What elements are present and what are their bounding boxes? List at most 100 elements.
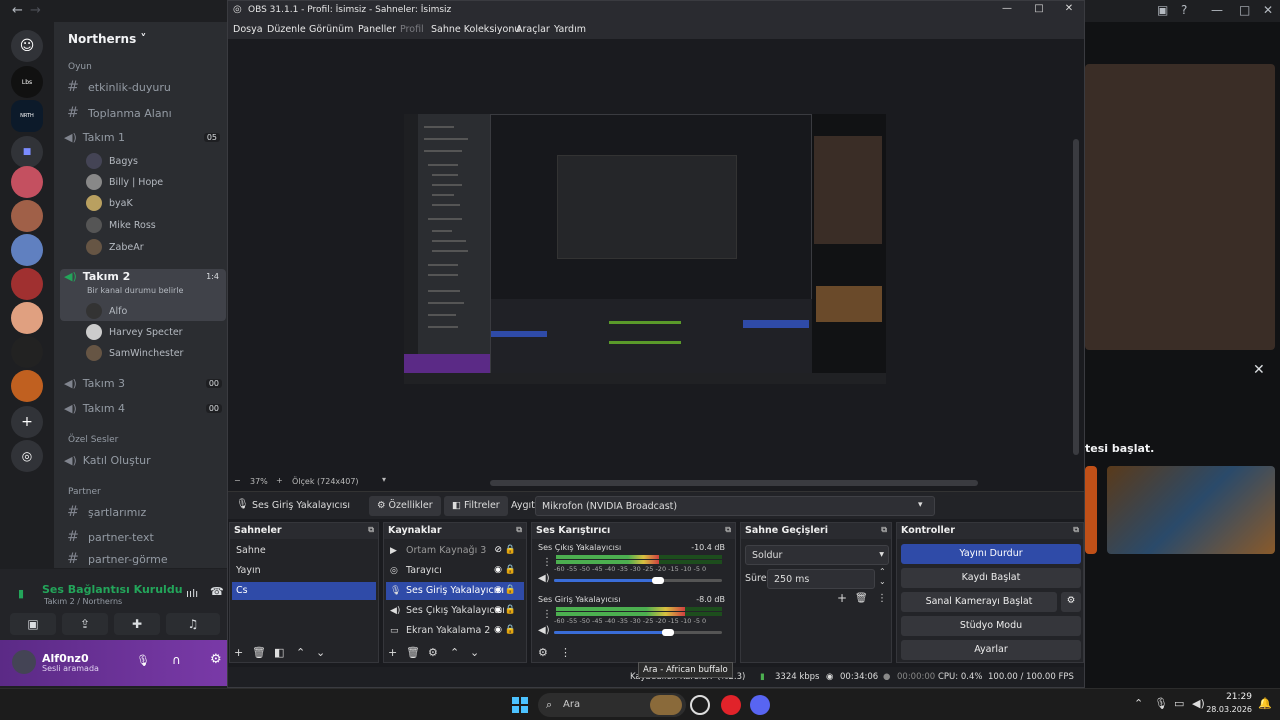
category-partner[interactable]: Partner: [68, 481, 244, 503]
notification-icon[interactable]: 🔔: [1258, 697, 1272, 710]
chevron-down-icon[interactable]: ▾: [918, 500, 923, 510]
source-item[interactable]: ◀) Ses Çıkış Yakalayıcısı ◉ 🔒: [386, 602, 524, 620]
channel-toplanma[interactable]: # Toplanma Alanı: [64, 102, 240, 124]
preview-area[interactable]: [228, 39, 1084, 486]
add-icon[interactable]: +: [234, 646, 243, 659]
menu-paneller[interactable]: Paneller: [358, 24, 396, 35]
scene-item[interactable]: Yayın: [232, 562, 376, 580]
menu-duzenle[interactable]: Düzenle: [267, 24, 306, 35]
forward-arrow-icon[interactable]: →: [30, 3, 41, 18]
transition-select[interactable]: Soldur ▾: [745, 545, 889, 565]
popout-icon[interactable]: ⧉: [1073, 525, 1079, 535]
voice-channel-takim1[interactable]: ◀) Takım 1 05: [64, 126, 240, 148]
avatar[interactable]: [12, 650, 36, 674]
lock-icon[interactable]: 🔒: [505, 585, 516, 595]
signal-icon[interactable]: ▮: [18, 587, 24, 600]
more-icon[interactable]: ⋮: [542, 557, 552, 568]
channel-partner-text[interactable]: # partner-text: [64, 526, 240, 548]
up-icon[interactable]: ⌃: [450, 646, 459, 659]
disconnect-icon[interactable]: ☎: [210, 585, 224, 598]
voice-channel-takim4[interactable]: ◀) Takım 4 00: [64, 397, 240, 419]
server-icon[interactable]: [11, 370, 43, 402]
channel-sartlar[interactable]: # şartlarımız: [64, 501, 240, 523]
activities-button[interactable]: ✚: [114, 613, 160, 635]
chevron-up-icon[interactable]: ⌃: [1134, 697, 1143, 710]
eye-icon[interactable]: ◉: [494, 605, 502, 615]
clock-time[interactable]: 21:29: [1212, 692, 1252, 702]
zoom-out-button[interactable]: −: [234, 476, 241, 485]
start-virtual-camera-button[interactable]: Sanal Kamerayı Başlat: [901, 592, 1057, 612]
back-arrow-icon[interactable]: ←: [12, 3, 23, 18]
clock-date[interactable]: 28.03.2026: [1204, 705, 1252, 714]
popout-icon[interactable]: ⧉: [881, 525, 887, 535]
soundboard-button[interactable]: ♫: [166, 613, 220, 635]
lock-icon[interactable]: 🔒: [505, 625, 516, 635]
volume-icon[interactable]: ◀): [1192, 697, 1205, 710]
trash-icon[interactable]: 🗑: [855, 593, 868, 604]
popout-icon[interactable]: ⧉: [516, 525, 522, 535]
server-icon[interactable]: [11, 302, 43, 334]
discord-app-icon[interactable]: [750, 695, 770, 715]
gear-icon[interactable]: ⚙: [210, 652, 222, 667]
device-select[interactable]: Mikrofon (NVIDIA Broadcast): [535, 496, 935, 516]
add-icon[interactable]: +: [388, 646, 397, 659]
obs-app-icon[interactable]: [690, 695, 710, 715]
eye-icon[interactable]: ◉: [494, 565, 502, 575]
source-item[interactable]: ▶ Ortam Kaynağı 3 ⊘ 🔒: [386, 542, 524, 560]
filters-button[interactable]: ◧ Filtreler: [444, 496, 508, 516]
add-server-icon[interactable]: +: [11, 406, 43, 438]
minimize-icon[interactable]: —: [1211, 3, 1223, 17]
opera-app-icon[interactable]: [721, 695, 741, 715]
close-icon[interactable]: ✕: [1263, 3, 1273, 17]
preview-vertical-scrollbar[interactable]: [1073, 139, 1079, 455]
properties-button[interactable]: ⚙ Özellikler: [369, 496, 441, 516]
speaker-icon[interactable]: ◀): [538, 573, 550, 584]
menu-sahne-koleksiyonu[interactable]: Sahne Koleksiyonu: [431, 24, 520, 35]
maximize-icon[interactable]: □: [1026, 3, 1052, 19]
volume-slider-knob[interactable]: [662, 629, 675, 636]
northerns-server-icon[interactable]: NRTH: [11, 100, 43, 132]
network-icon[interactable]: ▭: [1174, 697, 1184, 710]
maximize-icon[interactable]: □: [1239, 3, 1250, 17]
voice-location[interactable]: Takım 2 / Northerns: [44, 597, 122, 606]
search-highlight-image[interactable]: [650, 695, 682, 715]
microphone-icon[interactable]: 🎙: [136, 654, 150, 667]
server-icon[interactable]: [11, 336, 43, 368]
lock-icon[interactable]: 🔒: [505, 565, 516, 575]
eye-icon[interactable]: ◉: [494, 625, 502, 635]
zoom-in-button[interactable]: +: [276, 476, 283, 485]
filter-icon[interactable]: ◧: [274, 646, 284, 659]
gear-icon[interactable]: ⚙: [538, 646, 548, 659]
up-icon[interactable]: ⌃: [296, 646, 305, 659]
category-oyun[interactable]: Oyun: [68, 56, 244, 78]
eye-off-icon[interactable]: ⊘: [494, 545, 502, 555]
channel-partner-gorme[interactable]: # partner-görme: [64, 551, 240, 567]
voice-status[interactable]: Ses Bağlantısı Kuruldu: [42, 583, 183, 596]
menu-profil[interactable]: Profil: [400, 24, 424, 35]
lock-icon[interactable]: 🔒: [505, 605, 516, 615]
menu-yardim[interactable]: Yardım: [554, 24, 586, 35]
more-icon[interactable]: ⋮: [877, 593, 887, 604]
share-screen-button[interactable]: ⇪: [62, 613, 108, 635]
server-icon[interactable]: [11, 268, 43, 300]
eye-icon[interactable]: ◉: [494, 585, 502, 595]
noise-suppression-icon[interactable]: ıılı: [186, 587, 198, 600]
close-icon[interactable]: ✕: [1056, 3, 1082, 19]
scene-item[interactable]: Sahne: [232, 542, 376, 560]
volume-slider[interactable]: [554, 579, 659, 582]
trash-icon[interactable]: 🗑: [252, 646, 266, 659]
server-icon[interactable]: Lbs: [11, 66, 43, 98]
start-recording-button[interactable]: Kaydı Başlat: [901, 568, 1081, 588]
menu-gorunum[interactable]: Görünüm: [309, 24, 353, 35]
trash-icon[interactable]: 🗑: [406, 646, 420, 659]
menu-araclar[interactable]: Araçlar: [516, 24, 550, 35]
studio-mode-button[interactable]: Stüdyo Modu: [901, 616, 1081, 636]
spin-down-icon[interactable]: ⌄: [879, 577, 886, 586]
folder-icon[interactable]: ■: [11, 136, 43, 168]
popout-icon[interactable]: ⧉: [725, 525, 731, 535]
microphone-icon[interactable]: 🎙: [1154, 697, 1168, 710]
stream-preview[interactable]: [1085, 64, 1275, 350]
headphones-icon[interactable]: ∩: [172, 653, 181, 667]
game-thumbnail[interactable]: [1085, 466, 1097, 554]
source-item[interactable]: ▭ Ekran Yakalama 2 ◉ 🔒: [386, 622, 524, 640]
